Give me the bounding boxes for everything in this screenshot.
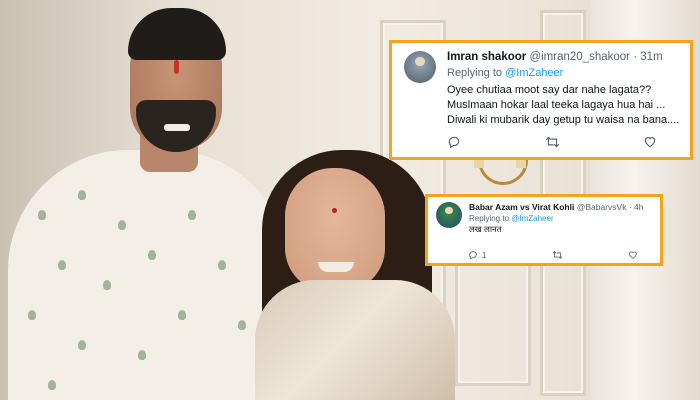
heart-icon	[644, 137, 656, 148]
comment-icon	[469, 251, 477, 260]
user-handle[interactable]: @imran20_shakoor	[529, 51, 630, 63]
retweet-button[interactable]	[552, 250, 563, 260]
heart-icon	[629, 251, 637, 259]
retweet-icon	[552, 251, 563, 259]
timestamp[interactable]: 31m	[640, 51, 662, 63]
user-handle[interactable]: @BabarvsVk	[577, 202, 627, 212]
reply-button[interactable]: 1	[468, 250, 486, 260]
tweet-card-babar[interactable]: Babar Azam vs Virat Kohli @BabarvsVk · 4…	[425, 194, 663, 266]
replying-to-handle[interactable]: @ImZaheer	[511, 214, 553, 223]
retweet-button[interactable]	[545, 135, 560, 149]
replying-to-handle[interactable]: @ImZaheer	[505, 67, 563, 79]
replying-to: Replying to @ImZaheer	[469, 213, 654, 224]
like-button[interactable]	[643, 135, 657, 149]
tweet-actions	[447, 135, 657, 149]
tweet-actions: 1	[468, 250, 638, 260]
display-name[interactable]: Babar Azam vs Virat Kohli	[469, 202, 574, 212]
separator-dot: ·	[628, 202, 632, 212]
tweet-text-line: Muslmaan hokar laal teeka lagaya hua hai…	[447, 99, 666, 111]
avatar[interactable]	[436, 202, 462, 228]
reply-count: 1	[482, 250, 487, 260]
tweet-text-line: लख लानत	[469, 224, 502, 234]
tweet-text-line: Oyee chutiaa moot say dar nahe lagata??	[447, 84, 652, 96]
replying-to: Replying to @ImZaheer	[447, 65, 682, 81]
replying-to-label: Replying to	[469, 214, 512, 223]
tweet-text-line: Diwali ki mubarik day getup tu waisa na …	[447, 114, 680, 126]
reply-button[interactable]	[447, 135, 461, 149]
tweet-card-imran[interactable]: Imran shakoor @imran20_shakoor · 31m Rep…	[389, 40, 693, 160]
avatar[interactable]	[404, 51, 436, 83]
comment-icon	[448, 136, 460, 149]
retweet-icon	[545, 136, 559, 148]
display-name[interactable]: Imran shakoor	[447, 51, 526, 63]
separator-dot: ·	[633, 51, 638, 63]
like-button[interactable]	[628, 250, 638, 260]
timestamp[interactable]: 4h	[634, 202, 643, 212]
tweet-text: लख लानत	[469, 224, 654, 235]
tweet-text: Oyee chutiaa moot say dar nahe lagata?? …	[447, 83, 682, 128]
replying-to-label: Replying to	[447, 67, 506, 79]
